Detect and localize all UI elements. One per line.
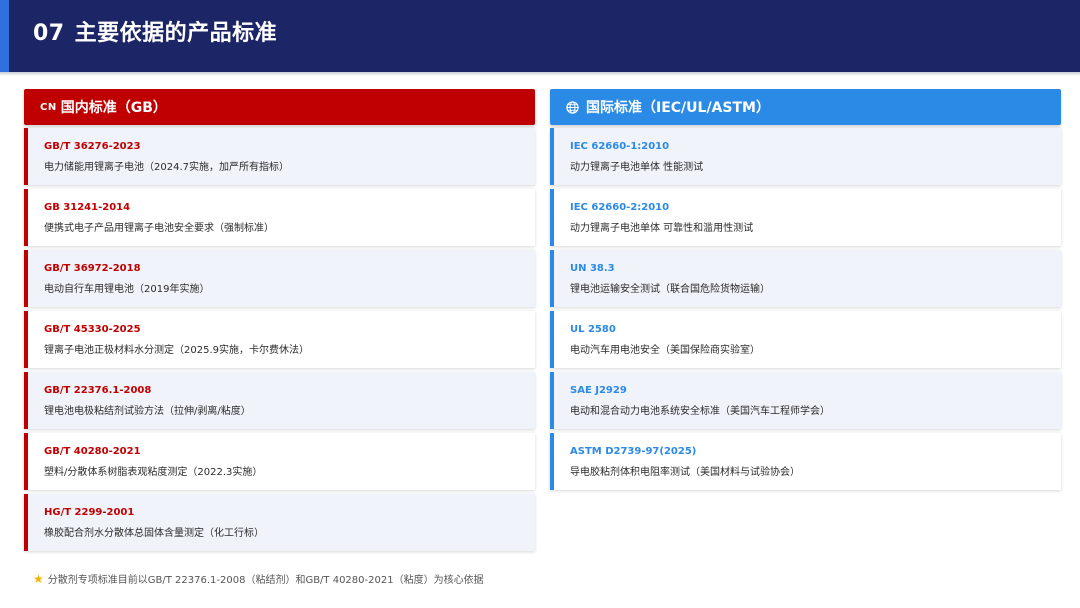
international-panel-title: 国际标准（IEC/UL/ASTM） [586, 100, 770, 116]
standard-description: 动力锂离子电池单体 可靠性和滥用性测试 [570, 223, 754, 234]
standard-code: UL 2580 [570, 324, 616, 335]
standard-code: GB/T 36972-2018 [44, 263, 141, 274]
domestic-panel-header: CN 国内标准（GB） [24, 89, 535, 125]
standard-card: GB/T 40280-2021 塑料/分散体系树脂表观粘度测定（2022.3实施） [24, 433, 535, 490]
cn-flag-icon: CN [40, 101, 57, 113]
standard-code: GB/T 36276-2023 [44, 141, 141, 152]
section-title: 主要依据的产品标准 [74, 21, 278, 46]
standard-description: 塑料/分散体系树脂表观粘度测定（2022.3实施） [44, 467, 263, 478]
standard-card: ASTM D2739-97(2025) 导电胶粘剂体积电阻率测试（美国材料与试验协… [550, 433, 1061, 490]
globe-icon [566, 100, 579, 114]
standard-description: 动力锂离子电池单体 性能测试 [570, 162, 704, 173]
standard-code: GB/T 40280-2021 [44, 446, 141, 457]
footnote-text: 分散剂专项标准目前以GB/T 22376.1-2008（粘结剂）和GB/T 40… [47, 575, 484, 586]
standard-card: IEC 62660-1:2010 动力锂离子电池单体 性能测试 [550, 128, 1061, 185]
card-accent-bar [550, 189, 554, 246]
domestic-standards-panel: CN 国内标准（GB） GB/T 36276-2023 电力储能用锂离子电池（20… [24, 89, 535, 555]
standard-card: IEC 62660-2:2010 动力锂离子电池单体 可靠性和滥用性测试 [550, 189, 1061, 246]
standard-code: GB/T 22376.1-2008 [44, 385, 152, 396]
standard-code: GB/T 45330-2025 [44, 324, 141, 335]
standard-code: IEC 62660-1:2010 [570, 141, 670, 152]
standard-code: HG/T 2299-2001 [44, 507, 135, 518]
page-title: 07 主要依据的产品标准 [33, 18, 277, 50]
card-accent-bar [550, 128, 554, 185]
standard-description: 锂电池运输安全测试（联合国危险货物运输） [570, 284, 770, 295]
standard-description: 橡胶配合剂水分散体总固体含量测定（化工行标） [44, 528, 264, 539]
card-accent-bar [550, 372, 554, 429]
standard-description: 电动和混合动力电池系统安全标准（美国汽车工程师学会） [570, 406, 830, 417]
card-accent-bar [550, 311, 554, 368]
page-header: 07 主要依据的产品标准 [0, 0, 1080, 72]
standard-card: HG/T 2299-2001 橡胶配合剂水分散体总固体含量测定（化工行标） [24, 494, 535, 551]
header-shadow [0, 72, 1080, 76]
standard-card: GB/T 36276-2023 电力储能用锂离子电池（2024.7实施，加严所有指… [24, 128, 535, 185]
standard-code: SAE J2929 [570, 385, 627, 396]
standard-code: ASTM D2739-97(2025) [570, 446, 697, 457]
standard-description: 电动自行车用锂电池（2019年实施） [44, 284, 210, 295]
standard-description: 电力储能用锂离子电池（2024.7实施，加严所有指标） [44, 162, 289, 173]
section-number: 07 [33, 21, 65, 46]
standard-code: IEC 62660-2:2010 [570, 202, 670, 213]
card-accent-bar [24, 433, 28, 490]
standard-card: GB 31241-2014 便携式电子产品用锂离子电池安全要求（强制标准） [24, 189, 535, 246]
card-accent-bar [550, 250, 554, 307]
standard-description: 锂电池电极粘结剂试验方法（拉伸/剥离/粘度） [44, 406, 251, 417]
international-standards-list: IEC 62660-1:2010 动力锂离子电池单体 性能测试 IEC 62660… [550, 128, 1061, 490]
standard-card: UN 38.3 锂电池运输安全测试（联合国危险货物运输） [550, 250, 1061, 307]
standard-description: 电动汽车用电池安全（美国保险商实验室） [570, 345, 760, 356]
standard-code: GB 31241-2014 [44, 202, 131, 213]
international-panel-header: 国际标准（IEC/UL/ASTM） [550, 89, 1061, 125]
header-accent-bar [0, 0, 9, 72]
star-icon: ★ [33, 571, 44, 586]
domestic-standards-list: GB/T 36276-2023 电力储能用锂离子电池（2024.7实施，加严所有指… [24, 128, 535, 551]
standard-card: GB/T 22376.1-2008 锂电池电极粘结剂试验方法（拉伸/剥离/粘度） [24, 372, 535, 429]
card-accent-bar [24, 311, 28, 368]
standard-description: 导电胶粘剂体积电阻率测试（美国材料与试验协会） [570, 467, 800, 478]
standard-card: UL 2580 电动汽车用电池安全（美国保险商实验室） [550, 311, 1061, 368]
standard-description: 锂离子电池正极材料水分测定（2025.9实施，卡尔费休法） [44, 345, 309, 356]
card-accent-bar [24, 128, 28, 185]
card-accent-bar [24, 189, 28, 246]
card-accent-bar [550, 433, 554, 490]
standard-code: UN 38.3 [570, 263, 615, 274]
international-standards-panel: 国际标准（IEC/UL/ASTM） IEC 62660-1:2010 动力锂离子电… [550, 89, 1061, 494]
footnote: ★ 分散剂专项标准目前以GB/T 22376.1-2008（粘结剂）和GB/T … [33, 571, 484, 587]
standard-card: SAE J2929 电动和混合动力电池系统安全标准（美国汽车工程师学会） [550, 372, 1061, 429]
standard-card: GB/T 45330-2025 锂离子电池正极材料水分测定（2025.9实施，卡尔… [24, 311, 535, 368]
domestic-panel-title: 国内标准（GB） [60, 100, 167, 116]
card-accent-bar [24, 494, 28, 551]
standard-card: GB/T 36972-2018 电动自行车用锂电池（2019年实施） [24, 250, 535, 307]
standard-description: 便携式电子产品用锂离子电池安全要求（强制标准） [44, 223, 274, 234]
card-accent-bar [24, 372, 28, 429]
card-accent-bar [24, 250, 28, 307]
